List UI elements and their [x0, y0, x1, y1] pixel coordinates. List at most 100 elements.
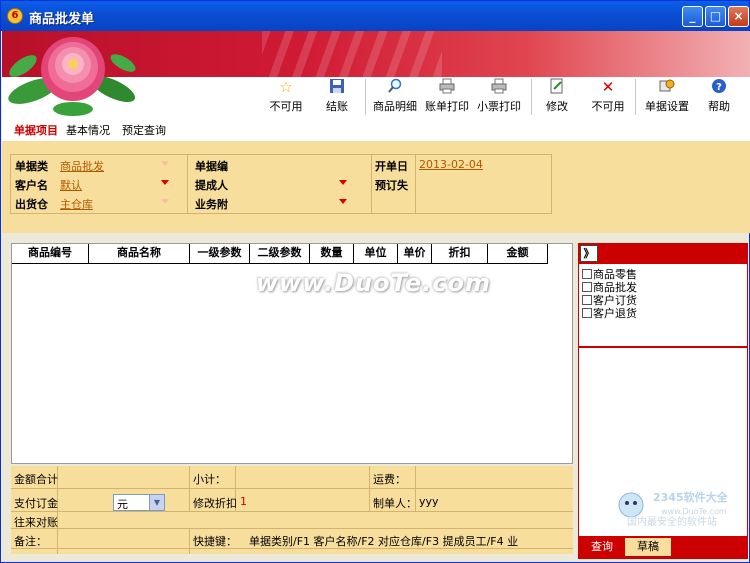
tab-draft[interactable]: 草稿 [625, 538, 671, 556]
printer-icon [438, 78, 456, 96]
checkbox-icon [582, 282, 592, 292]
red-x-icon: ✕ [601, 78, 615, 96]
open-date-field[interactable]: 2013-02-04 [419, 158, 483, 171]
toolbar-label: 修改 [546, 100, 568, 113]
help-button[interactable]: ? 帮助 [705, 78, 733, 118]
settings-icon [658, 78, 676, 96]
column-header[interactable]: 一级参数 [190, 244, 250, 264]
toolbar-label: 不可用 [269, 100, 303, 113]
toolbar-label: 不可用 [591, 100, 625, 113]
toolbar-separator [365, 79, 366, 115]
maker-value: yyy [419, 495, 439, 508]
toolbar-disabled-button-2[interactable]: ✕ 不可用 [591, 78, 625, 118]
close-button[interactable]: × [728, 6, 749, 27]
dropdown-arrow-icon[interactable] [161, 199, 169, 204]
shortcut-label: 快捷键： [193, 535, 237, 548]
doc-type-label: 单据类 [15, 160, 48, 173]
svg-text:2345软件大全: 2345软件大全 [653, 490, 729, 504]
side-divider [579, 346, 747, 348]
toolbar-label: 账单打印 [425, 100, 469, 113]
form-box: 单据类 商品批发 客户名 默认 出货仓 主仓库 单据编 提成人 业务附 开单日 … [10, 154, 552, 214]
settle-button[interactable]: 结账 [323, 78, 351, 118]
column-header[interactable]: 二级参数 [250, 244, 310, 264]
tab-reservation-query[interactable]: 预定查询 [118, 123, 170, 141]
magnifier-icon [386, 78, 404, 96]
currency-select[interactable]: 元 ▼ [113, 494, 165, 511]
star-icon: ☆ [279, 78, 293, 96]
app-icon: 6 [7, 8, 23, 24]
doc-type-select[interactable]: 商品批发 [60, 158, 104, 174]
checkbox-label: 客户退货 [593, 307, 637, 320]
tab-document-items[interactable]: 单据项目 [10, 123, 62, 141]
reserve-label: 预订失 [375, 179, 408, 192]
column-header[interactable]: 单价 [398, 244, 432, 264]
save-icon [328, 78, 346, 96]
column-header[interactable]: 商品名称 [89, 244, 190, 264]
proposer-label: 提成人 [195, 179, 228, 192]
app-window: 6 商品批发单 _ □ × ☆ 不可用 结账 商品明细 账单打印 小票打印 修改 … [0, 0, 750, 563]
currency-value: 元 [117, 498, 128, 511]
toolbar-label: 单据设置 [645, 100, 689, 113]
svg-text:www.DuoTe.com: www.DuoTe.com [661, 507, 727, 516]
edit-icon [548, 78, 566, 96]
product-detail-button[interactable]: 商品明细 [371, 78, 419, 118]
filter-return-checkbox[interactable]: 客户退货 [582, 305, 637, 321]
open-date-label: 开单日 [375, 160, 408, 173]
warehouse-select[interactable]: 主仓库 [60, 196, 93, 212]
modify-button[interactable]: 修改 [543, 78, 571, 118]
tab-strip: 单据项目 基本情况 预定查询 [2, 121, 750, 141]
toolbar-label: 商品明细 [373, 100, 417, 113]
dropdown-arrow-icon[interactable] [339, 199, 347, 204]
document-settings-button[interactable]: 单据设置 [643, 78, 691, 118]
maker-label: 制单人： [373, 497, 417, 510]
toolbar-separator [531, 79, 532, 115]
side-panel-header: 》 [579, 244, 747, 264]
deposit-label: 支付订金 [14, 497, 58, 510]
dropdown-arrow-icon[interactable] [161, 161, 169, 166]
maximize-button[interactable]: □ [705, 6, 726, 27]
peony-logo [8, 37, 136, 116]
customer-label: 客户名 [15, 179, 48, 192]
grid-header: 商品编号 商品名称 一级参数 二级参数 数量 单位 单价 折扣 金额 [12, 244, 548, 264]
toolbar-label: 小票打印 [477, 100, 521, 113]
summary-panel: 金额合计 小计： 运费： 支付订金 元 ▼ 修改折扣 1 制单人： yyy 往来… [11, 466, 573, 554]
warehouse-label: 出货仓 [15, 198, 48, 211]
customer-select[interactable]: 默认 [60, 177, 82, 193]
bill-print-button[interactable]: 账单打印 [423, 78, 471, 118]
2345-logo: 2345软件大全 www.DuoTe.com 国内最安全的软件站 [618, 490, 729, 527]
column-header[interactable]: 数量 [310, 244, 354, 264]
remark-label: 备注： [14, 535, 47, 548]
column-header[interactable]: 商品编号 [12, 244, 89, 264]
doc-no-label: 单据编 [195, 160, 228, 173]
title-bar[interactable]: 6 商品批发单 _ □ × [1, 1, 749, 31]
svg-text:国内最安全的软件站: 国内最安全的软件站 [627, 515, 717, 527]
help-icon: ? [710, 78, 728, 96]
column-header[interactable]: 折扣 [432, 244, 488, 264]
tab-basic-info[interactable]: 基本情况 [62, 123, 114, 141]
toolbar-label: 帮助 [708, 100, 730, 113]
total-label: 金额合计 [14, 473, 58, 486]
shortcut-list: 单据类别/F1 客户名称/F2 对应仓库/F3 提成员工/F4 业 [249, 535, 519, 548]
dropdown-arrow-icon[interactable] [339, 180, 347, 185]
toolbar-separator [635, 79, 636, 115]
column-header[interactable]: 金额 [488, 244, 548, 264]
minimize-button[interactable]: _ [682, 6, 703, 27]
subtotal-label: 小计： [193, 473, 226, 486]
dropdown-arrow-icon[interactable] [161, 180, 169, 185]
freight-label: 运费： [373, 473, 406, 486]
svg-text:?: ? [716, 82, 722, 93]
form-area: 单据类 商品批发 客户名 默认 出货仓 主仓库 单据编 提成人 业务附 开单日 … [2, 141, 750, 233]
column-header[interactable]: 单位 [354, 244, 398, 264]
duote-watermark: www.DuoTe.com [256, 269, 491, 297]
collapse-toggle-button[interactable]: 》 [580, 245, 598, 262]
side-tab-strip: 查询 草稿 [579, 536, 747, 558]
business-label: 业务附 [195, 198, 228, 211]
toolbar-disabled-button-1[interactable]: ☆ 不可用 [269, 78, 303, 118]
printer-icon [490, 78, 508, 96]
tab-query[interactable]: 查询 [579, 538, 625, 556]
discount-value[interactable]: 1 [240, 495, 247, 508]
discount-label: 修改折扣 [193, 497, 237, 510]
window-title: 商品批发单 [29, 12, 95, 27]
chevron-down-icon[interactable]: ▼ [149, 495, 164, 510]
ticket-print-button[interactable]: 小票打印 [475, 78, 523, 118]
